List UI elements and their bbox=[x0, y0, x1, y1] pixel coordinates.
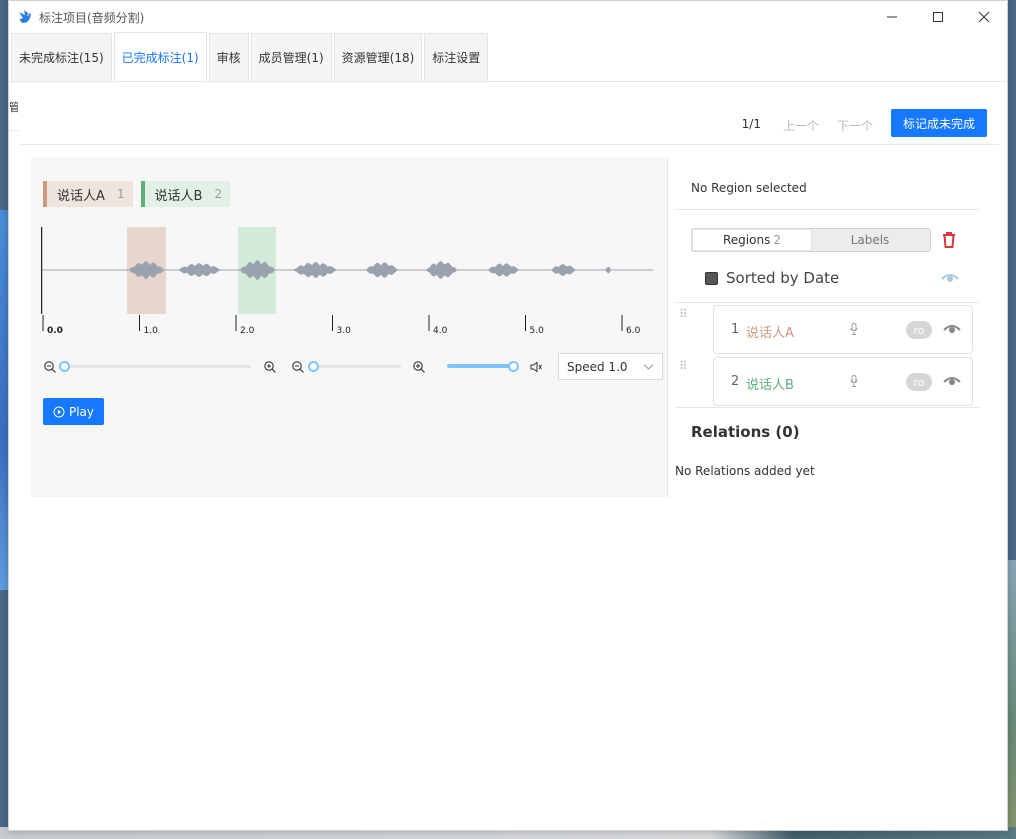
tab-labels[interactable]: Labels bbox=[811, 230, 929, 250]
visibility-eye-icon[interactable] bbox=[943, 323, 961, 335]
label-palette: 说话人A 1 说话人B 2 bbox=[43, 181, 231, 207]
audio-controls: Speed 1.0 bbox=[41, 353, 663, 381]
maximize-button[interactable] bbox=[915, 1, 961, 33]
region-index: 1 bbox=[731, 322, 740, 337]
label-chip-speaker-b[interactable]: 说话人B 2 bbox=[140, 181, 231, 207]
region-label: 说话人B bbox=[746, 378, 794, 393]
maximize-icon bbox=[933, 12, 943, 22]
drag-handle-icon[interactable]: ⠿ bbox=[679, 307, 688, 321]
volume-icon[interactable] bbox=[529, 360, 543, 374]
waveform-timeline[interactable]: 0.0 1.0 2.0 3.0 4.0 5.0 6.0 bbox=[41, 225, 657, 337]
minimize-icon bbox=[887, 16, 897, 18]
tab-regions[interactable]: Regions 2 bbox=[693, 230, 811, 250]
tab-unfinished[interactable]: 未完成标注(15) bbox=[11, 33, 112, 81]
divider bbox=[675, 302, 979, 303]
volume-slider-track[interactable] bbox=[447, 364, 513, 368]
microphone-icon bbox=[850, 375, 858, 387]
minimize-button[interactable] bbox=[869, 1, 915, 33]
speed-value: Speed 1.0 bbox=[567, 359, 628, 374]
page-indicator: 1/1 bbox=[741, 117, 761, 131]
volume-slider-handle[interactable] bbox=[508, 361, 519, 372]
playback-speed-select[interactable]: Speed 1.0 bbox=[558, 353, 663, 380]
microphone-icon bbox=[850, 323, 858, 335]
drag-handle-icon[interactable]: ⠿ bbox=[679, 359, 688, 373]
regions-sidebar: No Region selected Regions 2 Labels Sorte… bbox=[675, 157, 981, 497]
region-item[interactable]: 1 说话人A ro bbox=[713, 305, 973, 354]
zoom-slider-handle[interactable] bbox=[59, 361, 70, 372]
tab-members[interactable]: 成员管理(1) bbox=[250, 33, 332, 81]
next-button[interactable]: 下一个 bbox=[837, 117, 873, 134]
background-page-fragment: 管 bbox=[9, 83, 18, 131]
region-index: 2 bbox=[731, 374, 740, 389]
divider bbox=[675, 209, 979, 210]
divider bbox=[675, 407, 979, 408]
visibility-eye-icon[interactable] bbox=[943, 375, 961, 387]
zoom-in-icon[interactable] bbox=[263, 360, 277, 374]
toggle-all-visibility-eye-icon[interactable] bbox=[941, 272, 959, 284]
label-hotkey: 2 bbox=[214, 187, 223, 201]
annotation-toolbar: 1/1 上一个 下一个 标记成未完成 bbox=[19, 109, 999, 145]
audio-annotation-panel: 说话人A 1 说话人B 2 0.0 1.0 2.0 3.0 4.0 5.0 6.0 bbox=[31, 157, 668, 497]
regions-labels-toggle: Regions 2 Labels bbox=[691, 228, 931, 252]
tab-resources[interactable]: 资源管理(18) bbox=[333, 33, 423, 81]
title-bar: 标注项目(音频分割) bbox=[9, 1, 1007, 33]
tab-finished[interactable]: 已完成标注(1) bbox=[113, 32, 207, 81]
sort-control[interactable]: Sorted by Date bbox=[705, 269, 839, 287]
play-button[interactable]: Play bbox=[43, 398, 104, 425]
delete-all-regions-icon[interactable] bbox=[941, 231, 957, 249]
tab-regions-label: Regions bbox=[723, 233, 771, 247]
timeline-tick-label: 4.0 bbox=[433, 326, 448, 336]
tab-bar: 未完成标注(15) 已完成标注(1) 审核 成员管理(1) 资源管理(18) 标… bbox=[9, 32, 1007, 82]
readonly-badge: ro bbox=[906, 321, 932, 339]
timeline-tick-label: 1.0 bbox=[144, 326, 159, 336]
readonly-badge: ro bbox=[906, 373, 932, 391]
label-chip-speaker-a[interactable]: 说话人A 1 bbox=[43, 181, 133, 207]
play-label: Play bbox=[68, 404, 95, 419]
chevron-down-icon bbox=[643, 364, 654, 370]
mark-incomplete-button[interactable]: 标记成未完成 bbox=[890, 109, 987, 137]
vertical-zoom-out-icon[interactable] bbox=[291, 360, 305, 374]
regions-count: 2 bbox=[773, 233, 781, 247]
timeline-tick-label: 2.0 bbox=[240, 326, 255, 336]
selection-status: No Region selected bbox=[691, 181, 807, 195]
sort-order-icon bbox=[705, 271, 718, 285]
region-label: 说话人A bbox=[746, 326, 794, 341]
app-logo-icon bbox=[19, 10, 31, 23]
close-icon bbox=[978, 11, 990, 23]
region-item[interactable]: 2 说话人B ro bbox=[713, 357, 973, 406]
timeline-tick-label: 3.0 bbox=[337, 326, 352, 336]
tab-settings[interactable]: 标注设置 bbox=[424, 33, 489, 81]
zoom-slider-track[interactable] bbox=[63, 365, 251, 368]
label-name: 说话人B bbox=[154, 188, 203, 204]
close-button[interactable] bbox=[961, 1, 1007, 33]
label-name: 说话人A bbox=[57, 188, 105, 204]
timeline-tick-label: 6.0 bbox=[626, 326, 641, 336]
sort-label: Sorted by Date bbox=[726, 269, 840, 287]
window-title: 标注项目(音频分割) bbox=[39, 10, 145, 25]
vertical-zoom-in-icon[interactable] bbox=[412, 360, 426, 374]
relations-heading: Relations (0) bbox=[691, 423, 800, 441]
zoom-out-icon[interactable] bbox=[43, 360, 57, 374]
vertical-zoom-slider-track[interactable] bbox=[311, 365, 401, 368]
previous-button[interactable]: 上一个 bbox=[783, 117, 819, 134]
timeline-tick-label: 0.0 bbox=[47, 326, 63, 336]
timeline-ticks: 0.0 1.0 2.0 3.0 4.0 5.0 6.0 bbox=[42, 315, 641, 336]
label-hotkey: 1 bbox=[116, 187, 125, 201]
vertical-zoom-slider-handle[interactable] bbox=[308, 361, 319, 372]
play-icon bbox=[53, 406, 65, 417]
timeline-tick-label: 5.0 bbox=[530, 326, 545, 336]
app-window: 标注项目(音频分割) 未完成标注(15) 已完成标注(1) 审核 成员管理(1)… bbox=[8, 0, 1008, 831]
relations-empty-text: No Relations added yet bbox=[675, 464, 815, 478]
tab-review[interactable]: 审核 bbox=[208, 33, 249, 81]
